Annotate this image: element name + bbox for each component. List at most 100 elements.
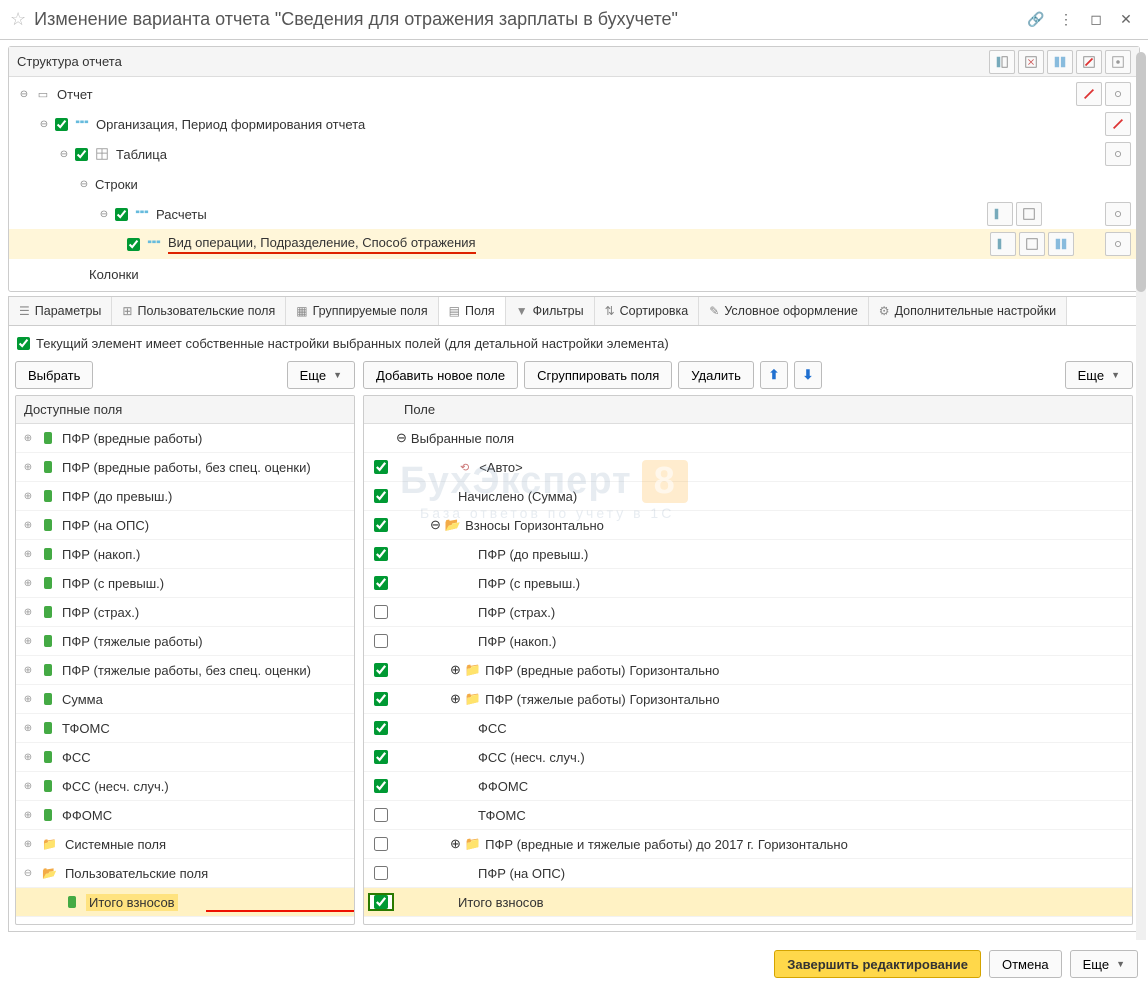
selected-row[interactable]: ТФОМС [364, 801, 1132, 830]
field-checkbox[interactable] [374, 779, 388, 793]
tab-groupfields[interactable]: ▦Группируемые поля [286, 297, 438, 325]
tab-userfields[interactable]: ⊞Пользовательские поля [112, 297, 286, 325]
scrollbar-thumb[interactable] [1136, 52, 1146, 292]
list-item[interactable]: ⊕ПФР (тяжелые работы, без спец. оценки) [16, 656, 354, 685]
expand-icon[interactable]: ⊖ [22, 868, 34, 879]
expand-icon[interactable]: ⊕ [450, 662, 461, 678]
field-checkbox[interactable] [374, 663, 388, 677]
field-checkbox[interactable] [374, 460, 388, 474]
more-right-button[interactable]: Еще▼ [1065, 361, 1133, 389]
expand-icon[interactable]: ⊕ [450, 691, 461, 707]
list-item[interactable]: ⊕ПФР (накоп.) [16, 540, 354, 569]
field-checkbox[interactable] [374, 518, 388, 532]
row-btn-b[interactable] [1019, 232, 1045, 256]
selected-fields-list[interactable]: ⊖Выбранные поля⟲<Авто>Начислено (Сумма)⊖… [364, 424, 1132, 924]
tab-fields[interactable]: ▤Поля [439, 297, 506, 325]
row-action-edit[interactable] [1105, 112, 1131, 136]
row-action-edit[interactable] [1076, 82, 1102, 106]
maximize-icon[interactable]: ◻ [1084, 8, 1108, 32]
list-item[interactable]: ⊕ПФР (вредные работы) [16, 424, 354, 453]
tree-row-report[interactable]: ⊖ ▭ Отчет [9, 79, 1139, 109]
expand-icon[interactable]: ⊕ [22, 578, 34, 589]
expand-icon[interactable]: ⊕ [22, 549, 34, 560]
finish-editing-button[interactable]: Завершить редактирование [774, 950, 981, 978]
list-item[interactable]: ⊕ПФР (вредные работы, без спец. оценки) [16, 453, 354, 482]
selected-root-row[interactable]: ⊖Выбранные поля [364, 424, 1132, 453]
collapse-icon[interactable]: ⊖ [17, 89, 31, 100]
move-up-button[interactable]: ⬆ [760, 361, 788, 389]
list-item[interactable]: ⊕ФСС (несч. случ.) [16, 772, 354, 801]
row-btn-c[interactable] [1048, 232, 1074, 256]
selected-row[interactable]: ⊕📁ПФР (тяжелые работы)Горизонтально [364, 685, 1132, 714]
expand-icon[interactable]: ⊕ [22, 462, 34, 473]
list-item[interactable]: ⊕ПФР (с превыш.) [16, 569, 354, 598]
tree-checkbox[interactable] [55, 118, 68, 131]
own-settings-checkbox[interactable] [17, 337, 30, 350]
selected-row[interactable]: ПФР (страх.) [364, 598, 1132, 627]
selected-row[interactable]: ПФР (накоп.) [364, 627, 1132, 656]
delete-button[interactable]: Удалить [678, 361, 754, 389]
tab-sort[interactable]: ⇅Сортировка [595, 297, 700, 325]
toolbar-btn-4[interactable] [1076, 50, 1102, 74]
selected-row[interactable]: ПФР (на ОПС) [364, 859, 1132, 888]
favorite-star-icon[interactable]: ☆ [10, 9, 26, 30]
tree-checkbox[interactable] [127, 238, 140, 251]
selected-row[interactable]: ⟲<Авто> [364, 453, 1132, 482]
row-action-settings[interactable] [1105, 82, 1131, 106]
selected-row[interactable]: Начислено (Сумма) [364, 482, 1132, 511]
toolbar-btn-2[interactable] [1018, 50, 1044, 74]
collapse-icon[interactable]: ⊖ [396, 430, 407, 446]
expand-icon[interactable]: ⊕ [22, 810, 34, 821]
tree-row-calc[interactable]: ⊖ Расчеты [9, 199, 1139, 229]
selected-row[interactable]: ⊖📂ВзносыГоризонтально [364, 511, 1132, 540]
expand-icon[interactable]: ⊕ [22, 781, 34, 792]
tab-filters[interactable]: ▼Фильтры [506, 297, 595, 325]
expand-icon[interactable]: ⊕ [22, 433, 34, 444]
kebab-menu-icon[interactable]: ⋮ [1054, 8, 1078, 32]
selected-row[interactable]: ПФР (с превыш.) [364, 569, 1132, 598]
list-item[interactable]: ⊕ТФОМС [16, 714, 354, 743]
field-checkbox[interactable] [374, 808, 388, 822]
field-checkbox[interactable] [374, 750, 388, 764]
tree-checkbox[interactable] [115, 208, 128, 221]
group-fields-button[interactable]: Сгруппировать поля [524, 361, 672, 389]
list-item[interactable]: ⊕ПФР (страх.) [16, 598, 354, 627]
window-scrollbar[interactable] [1136, 52, 1146, 974]
field-checkbox[interactable] [374, 837, 388, 851]
cancel-button[interactable]: Отмена [989, 950, 1062, 978]
tree-row-org[interactable]: ⊖ Организация, Период формирования отчет… [9, 109, 1139, 139]
tree-checkbox[interactable] [75, 148, 88, 161]
select-button[interactable]: Выбрать [15, 361, 93, 389]
footer-more-button[interactable]: Еще▼ [1070, 950, 1138, 978]
field-checkbox[interactable] [374, 576, 388, 590]
tree-row-table[interactable]: ⊖ Таблица [9, 139, 1139, 169]
field-checkbox[interactable] [374, 721, 388, 735]
tab-condformat[interactable]: ✎Условное оформление [699, 297, 869, 325]
row-btn-a[interactable] [990, 232, 1016, 256]
add-field-button[interactable]: Добавить новое поле [363, 361, 518, 389]
collapse-icon[interactable]: ⊖ [77, 179, 91, 190]
expand-icon[interactable]: ⊕ [22, 607, 34, 618]
collapse-icon[interactable]: ⊖ [430, 517, 441, 533]
tab-params[interactable]: ☰Параметры [9, 297, 112, 325]
row-btn-settings[interactable] [1105, 202, 1131, 226]
expand-icon[interactable]: ⊕ [22, 520, 34, 531]
expand-icon[interactable]: ⊕ [22, 752, 34, 763]
expand-icon[interactable]: ⊕ [22, 839, 34, 850]
field-checkbox[interactable] [374, 605, 388, 619]
row-btn-settings[interactable] [1105, 232, 1131, 256]
expand-icon[interactable]: ⊕ [22, 694, 34, 705]
list-item[interactable]: ⊕ФФОМС [16, 801, 354, 830]
tree-row-rows[interactable]: ⊖ Строки [9, 169, 1139, 199]
tab-extra[interactable]: ⚙Дополнительные настройки [869, 297, 1067, 325]
selected-row[interactable]: ФФОМС [364, 772, 1132, 801]
link-icon[interactable]: 🔗 [1024, 8, 1048, 32]
list-item[interactable]: ⊕ФСС [16, 743, 354, 772]
available-fields-list[interactable]: ⊕ПФР (вредные работы)⊕ПФР (вредные работ… [16, 424, 354, 924]
row-action-settings[interactable] [1105, 142, 1131, 166]
field-checkbox[interactable] [374, 489, 388, 503]
move-down-button[interactable]: ⬇ [794, 361, 822, 389]
expand-icon[interactable]: ⊕ [22, 723, 34, 734]
list-item[interactable]: ⊕ПФР (на ОПС) [16, 511, 354, 540]
list-item[interactable]: Итого взносов [16, 888, 354, 917]
